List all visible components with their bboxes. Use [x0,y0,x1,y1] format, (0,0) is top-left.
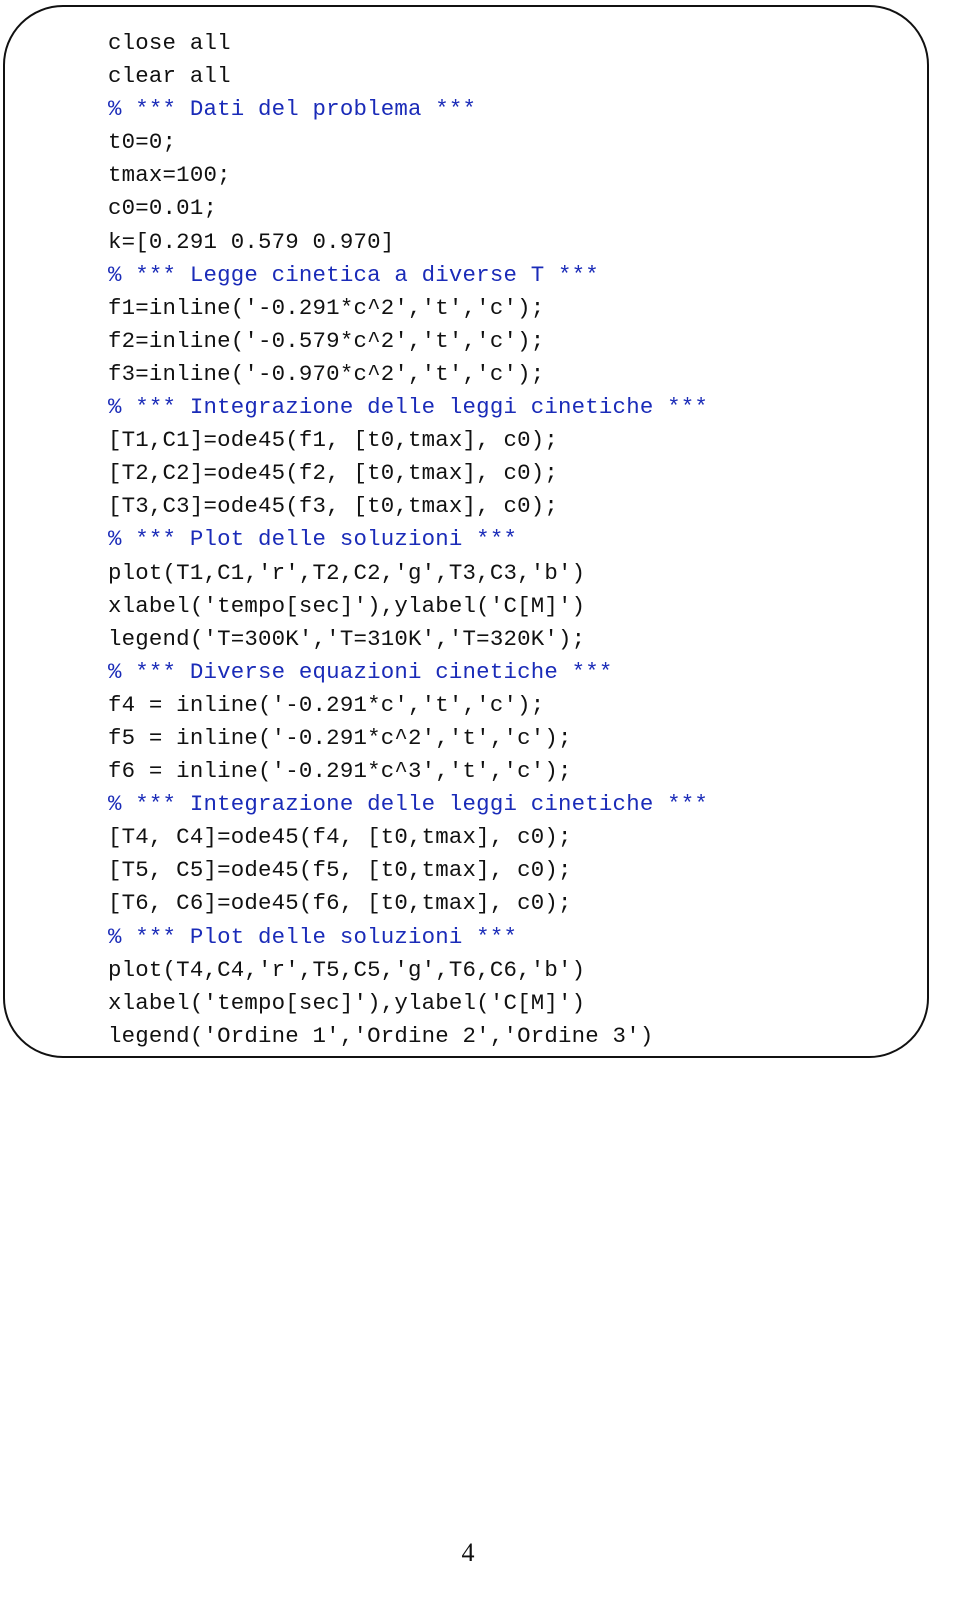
code-comment-line: % *** Integrazione delle leggi cinetiche… [108,394,709,421]
code-line: [T3,C3]=ode45(f3, [t0,tmax], c0); [108,493,559,520]
code-line: legend('T=300K','T=310K','T=320K'); [108,625,586,652]
code-line: f1=inline('-0.291*c^2','t','c'); [108,294,545,321]
code-line: f2=inline('-0.579*c^2','t','c'); [108,327,545,354]
code-line: [T2,C2]=ode45(f2, [t0,tmax], c0); [108,460,559,487]
code-line: t0=0; [108,129,177,156]
page-number: 4 [461,1538,475,1567]
code-line: legend('Ordine 1','Ordine 2','Ordine 3') [108,1022,654,1049]
code-line: f3=inline('-0.970*c^2','t','c'); [108,360,545,387]
code-line: xlabel('tempo[sec]'),ylabel('C[M]') [108,592,586,619]
code-line: c0=0.01; [108,195,218,222]
code-listing-box: close all clear all % *** Dati del problem… [3,5,929,1058]
code-listing: close all clear all % *** Dati del problem… [108,27,708,1053]
code-comment-line: % *** Legge cinetica a diverse T *** [108,261,599,288]
code-line: plot(T1,C1,'r',T2,C2,'g',T3,C3,'b') [108,559,586,586]
code-line: [T4, C4]=ode45(f4, [t0,tmax], c0); [108,824,572,851]
code-line: f5 = inline('-0.291*c^2','t','c'); [108,724,572,751]
code-line: xlabel('tempo[sec]'),ylabel('C[M]') [108,989,586,1016]
code-line: f4 = inline('-0.291*c','t','c'); [108,691,545,718]
code-comment-line: % *** Plot delle soluzioni *** [108,526,518,553]
code-line: [T5, C5]=ode45(f5, [t0,tmax], c0); [108,857,572,884]
code-comment-line: % *** Integrazione delle leggi cinetiche… [108,791,709,818]
code-line: plot(T4,C4,'r',T5,C5,'g',T6,C6,'b') [108,956,586,983]
code-line: clear all [108,63,231,90]
code-comment-line: % *** Dati del problema *** [108,96,477,123]
code-line: close all [108,30,231,56]
code-line: k=[0.291 0.579 0.970] [108,228,395,255]
code-line: [T1,C1]=ode45(f1, [t0,tmax], c0); [108,427,559,454]
code-line: f6 = inline('-0.291*c^3','t','c'); [108,758,572,785]
code-comment-line: % *** Diverse equazioni cinetiche *** [108,658,613,685]
code-line: [T6, C6]=ode45(f6, [t0,tmax], c0); [108,890,572,917]
code-comment-line: % *** Plot delle soluzioni *** [108,923,518,950]
code-line: tmax=100; [108,162,231,189]
